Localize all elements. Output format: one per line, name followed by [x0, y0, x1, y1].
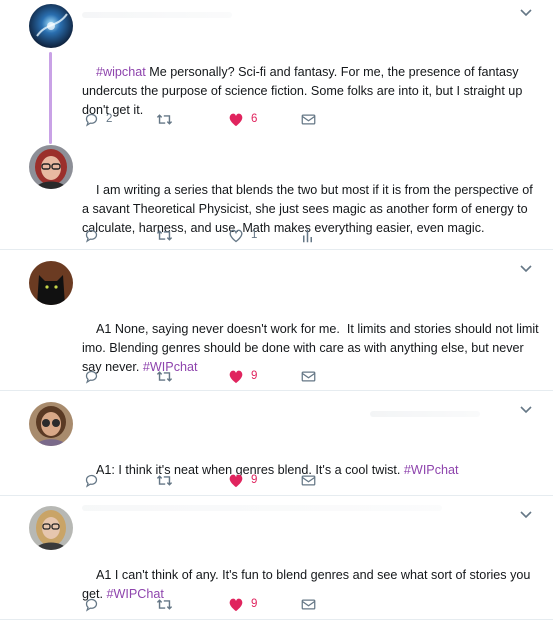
reply-button[interactable]: [84, 471, 99, 489]
reply-icon: [85, 474, 98, 488]
avatar[interactable]: [29, 402, 73, 446]
avatar[interactable]: [29, 145, 73, 189]
retweet-button[interactable]: [156, 595, 173, 613]
message-button[interactable]: [301, 471, 316, 489]
tweet[interactable]: A1: I think it's neat when genres blend.…: [0, 391, 553, 495]
retweet-icon: [156, 474, 173, 486]
tweet[interactable]: I am writing a series that blends the tw…: [0, 143, 553, 249]
tweet-header: [82, 12, 232, 18]
hashtag-link[interactable]: #wipchat: [96, 65, 146, 79]
avatar-blonde-woman: [29, 506, 73, 550]
avatar-black-cat: [29, 261, 73, 305]
envelope-icon: [301, 114, 316, 124]
chevron-down-icon[interactable]: [520, 406, 532, 418]
reply-button[interactable]: 2: [84, 110, 112, 128]
like-count: 9: [251, 370, 258, 382]
tweet-actions: 1: [82, 226, 522, 244]
tweet-actions: 9: [82, 367, 522, 385]
analytics-icon: [303, 229, 312, 242]
avatar-red-hair: [29, 145, 73, 189]
envelope-icon: [301, 475, 316, 485]
tweet-header: [370, 411, 480, 417]
message-button[interactable]: [301, 110, 316, 128]
avatar[interactable]: [29, 261, 73, 305]
avatar-glasses-woman: [29, 402, 73, 446]
like-button[interactable]: 9: [228, 595, 257, 613]
like-button[interactable]: 1: [228, 226, 257, 244]
chevron-down-icon[interactable]: [520, 511, 532, 523]
chevron-down-icon[interactable]: [520, 265, 532, 277]
retweet-icon: [156, 113, 173, 125]
chevron-down-icon[interactable]: [520, 9, 532, 21]
tweet[interactable]: A1 None, saying never doesn't work for m…: [0, 250, 553, 390]
like-count: 6: [251, 113, 258, 125]
retweet-icon: [156, 598, 173, 610]
reply-icon: [85, 113, 98, 127]
heart-icon: [229, 370, 243, 383]
tweet[interactable]: A1 I can't think of any. It's fun to ble…: [0, 496, 553, 620]
heart-icon: [229, 113, 243, 126]
reply-icon: [85, 598, 98, 612]
reply-icon: [85, 370, 98, 384]
like-count: 1: [251, 229, 258, 241]
heart-icon: [229, 474, 243, 487]
avatar[interactable]: [29, 4, 73, 48]
retweet-icon: [156, 229, 173, 241]
retweet-button[interactable]: [156, 471, 173, 489]
heart-outline-icon: [229, 229, 243, 242]
message-button[interactable]: [301, 595, 316, 613]
thread-line: [49, 52, 52, 144]
analytics-button[interactable]: [301, 226, 314, 244]
like-button[interactable]: 9: [228, 367, 257, 385]
tweet-actions: 9: [82, 471, 522, 489]
retweet-button[interactable]: [156, 226, 173, 244]
envelope-icon: [301, 599, 316, 609]
retweet-button[interactable]: [156, 110, 173, 128]
reply-count: 2: [106, 113, 113, 125]
like-count: 9: [251, 474, 258, 486]
avatar-galaxy: [29, 4, 73, 48]
reply-button[interactable]: [84, 595, 99, 613]
envelope-icon: [301, 371, 316, 381]
reply-button[interactable]: [84, 226, 99, 244]
retweet-icon: [156, 370, 173, 382]
reply-icon: [85, 229, 98, 243]
reply-button[interactable]: [84, 367, 99, 385]
tweet-actions: 9: [82, 595, 522, 613]
message-button[interactable]: [301, 367, 316, 385]
like-button[interactable]: 9: [228, 471, 257, 489]
tweet[interactable]: #wipchat Me personally? Sci-fi and fanta…: [0, 0, 553, 144]
avatar[interactable]: [29, 506, 73, 550]
like-button[interactable]: 6: [228, 110, 257, 128]
retweet-button[interactable]: [156, 367, 173, 385]
heart-icon: [229, 598, 243, 611]
tweet-actions: 2 6: [82, 110, 522, 128]
like-count: 9: [251, 598, 258, 610]
tweet-header: [82, 505, 442, 511]
